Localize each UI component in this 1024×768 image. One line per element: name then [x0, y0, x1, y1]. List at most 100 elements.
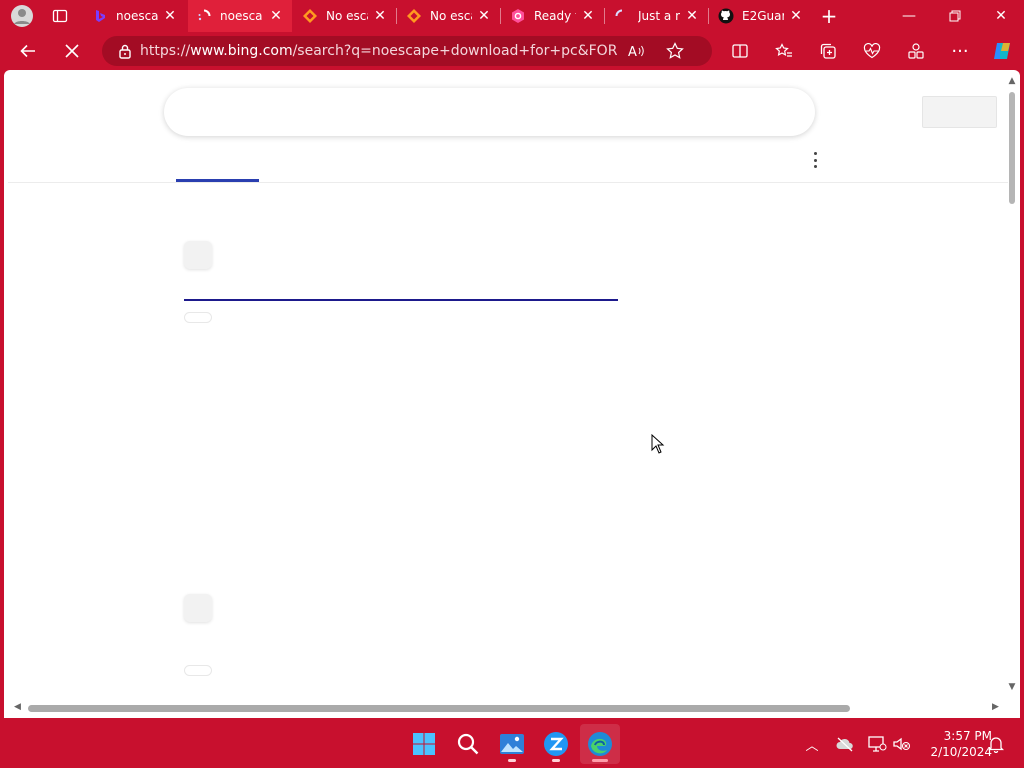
cloud-offline-icon	[836, 737, 853, 752]
tab-separator	[604, 8, 605, 24]
new-tab-button[interactable]: +	[812, 0, 846, 32]
tab-title: noescap	[220, 9, 262, 23]
clock-date: 2/10/2024	[930, 745, 992, 759]
settings-more-button[interactable]: ···	[944, 36, 976, 66]
scroll-left-icon[interactable]: ◀	[14, 702, 21, 712]
tab-4[interactable]: No esca ✕	[398, 0, 500, 32]
z-app-icon	[544, 732, 568, 756]
notifications-button[interactable]	[984, 732, 1008, 756]
lock-icon	[110, 43, 140, 59]
tab-6[interactable]: Just a m ✕	[606, 0, 708, 32]
back-arrow-icon	[20, 44, 35, 58]
back-button[interactable]	[12, 36, 44, 66]
tab-title: Just a m	[638, 9, 680, 23]
svg-text:A: A	[628, 45, 637, 59]
page-viewport: ▲ ▼ ◀ ▶	[4, 70, 1020, 718]
edge-browser-icon	[588, 732, 612, 756]
show-hidden-icons-button[interactable]: ︿	[800, 732, 824, 756]
browser-essentials-button[interactable]	[856, 36, 888, 66]
tab-3[interactable]: No esca ✕	[294, 0, 396, 32]
close-tab-icon[interactable]: ✕	[162, 8, 178, 24]
collections-icon	[820, 43, 836, 59]
favorite-star-icon[interactable]	[656, 42, 694, 60]
running-indicator	[508, 759, 516, 762]
minimize-icon: —	[902, 8, 916, 24]
copilot-icon	[994, 43, 1010, 59]
tab-1[interactable]: noescap ✕	[84, 0, 186, 32]
network-monitor-icon	[868, 736, 887, 752]
close-tab-icon[interactable]: ✕	[580, 8, 596, 24]
search-box-placeholder[interactable]	[164, 88, 815, 136]
tab-strip: noescap ✕ noescap ✕ No esca ✕ No esca ✕ …	[0, 0, 1024, 32]
horizontal-scroll-thumb[interactable]	[28, 705, 850, 712]
scroll-down-icon[interactable]: ▼	[1007, 682, 1017, 692]
windows-taskbar: ︿ 3:57 PM 2/10/2024	[0, 720, 1024, 768]
result-favicon-placeholder	[184, 594, 212, 622]
taskbar-app-photos[interactable]	[492, 724, 532, 764]
close-tab-icon[interactable]: ✕	[788, 8, 804, 24]
copilot-button[interactable]	[986, 36, 1018, 66]
clock-time: 3:57 PM	[943, 729, 992, 743]
vertical-scrollbar[interactable]: ▲ ▼	[1006, 74, 1018, 692]
url-path: /search?q=noescape+download+for+pc&FORM=…	[292, 43, 618, 59]
orange-diamond-icon	[406, 8, 422, 24]
close-tab-icon[interactable]: ✕	[268, 8, 284, 24]
tab-2-active[interactable]: noescap ✕	[188, 0, 292, 32]
restore-button[interactable]	[932, 0, 978, 32]
favorites-button[interactable]	[768, 36, 800, 66]
close-tab-icon[interactable]: ✕	[372, 8, 388, 24]
search-button[interactable]	[448, 724, 488, 764]
tab-title: No esca	[326, 9, 368, 23]
restore-icon	[949, 10, 961, 22]
address-bar[interactable]: https://www.bing.com/search?q=noescape+d…	[102, 36, 712, 66]
horizontal-scrollbar[interactable]: ◀ ▶	[8, 702, 1004, 714]
read-aloud-icon[interactable]: A	[618, 43, 656, 59]
collections-button[interactable]	[812, 36, 844, 66]
bell-icon	[988, 737, 1004, 753]
network-status[interactable]	[865, 732, 889, 756]
result-title-loading-bar	[184, 299, 618, 301]
split-screen-button[interactable]	[724, 36, 756, 66]
vertical-scroll-thumb[interactable]	[1009, 92, 1015, 204]
tab-title: No esca	[430, 9, 472, 23]
close-icon: ✕	[995, 8, 1007, 24]
taskbar-app-edge[interactable]	[580, 724, 620, 764]
volume-status[interactable]	[890, 732, 914, 756]
plus-icon: +	[820, 4, 838, 28]
scroll-right-icon[interactable]: ▶	[992, 702, 999, 712]
close-window-button[interactable]: ✕	[978, 0, 1024, 32]
start-button[interactable]	[404, 724, 444, 764]
speaker-muted-icon	[893, 737, 911, 751]
mountain-photo-icon	[500, 734, 524, 754]
more-options-icon[interactable]	[810, 152, 820, 168]
tab-actions-button[interactable]	[44, 0, 76, 32]
url-text[interactable]: https://www.bing.com/search?q=noescape+d…	[140, 43, 618, 59]
profile-avatar-icon	[11, 5, 33, 27]
profile-button[interactable]	[0, 0, 44, 32]
tab-title: Ready t	[534, 9, 576, 23]
mouse-cursor-icon	[651, 433, 665, 458]
minimize-button[interactable]: —	[886, 0, 932, 32]
taskbar-app-z[interactable]	[536, 724, 576, 764]
tab-title: noescap	[116, 9, 158, 23]
stop-loading-button[interactable]	[56, 36, 88, 66]
browser-toolbar: https://www.bing.com/search?q=noescape+d…	[0, 32, 1024, 70]
tab-7[interactable]: E2Guar ✕	[710, 0, 812, 32]
github-icon	[718, 8, 734, 24]
onedrive-status[interactable]	[833, 732, 857, 756]
extensions-button[interactable]	[900, 36, 932, 66]
close-tab-icon[interactable]: ✕	[476, 8, 492, 24]
stop-x-icon	[65, 44, 79, 58]
tab-separator	[708, 8, 709, 24]
extensions-icon	[908, 43, 924, 59]
system-clock[interactable]: 3:57 PM 2/10/2024	[916, 728, 992, 760]
close-tab-icon[interactable]: ✕	[684, 8, 700, 24]
tab-separator	[396, 8, 397, 24]
loading-spinner-icon	[196, 8, 212, 24]
sign-in-placeholder[interactable]	[922, 96, 997, 128]
tab-title: E2Guar	[742, 9, 784, 23]
scroll-up-icon[interactable]: ▲	[1007, 76, 1017, 86]
tab-5[interactable]: Ready t ✕	[502, 0, 604, 32]
edge-browser-window: noescap ✕ noescap ✕ No esca ✕ No esca ✕ …	[0, 0, 1024, 768]
tab-actions-icon	[52, 9, 68, 23]
